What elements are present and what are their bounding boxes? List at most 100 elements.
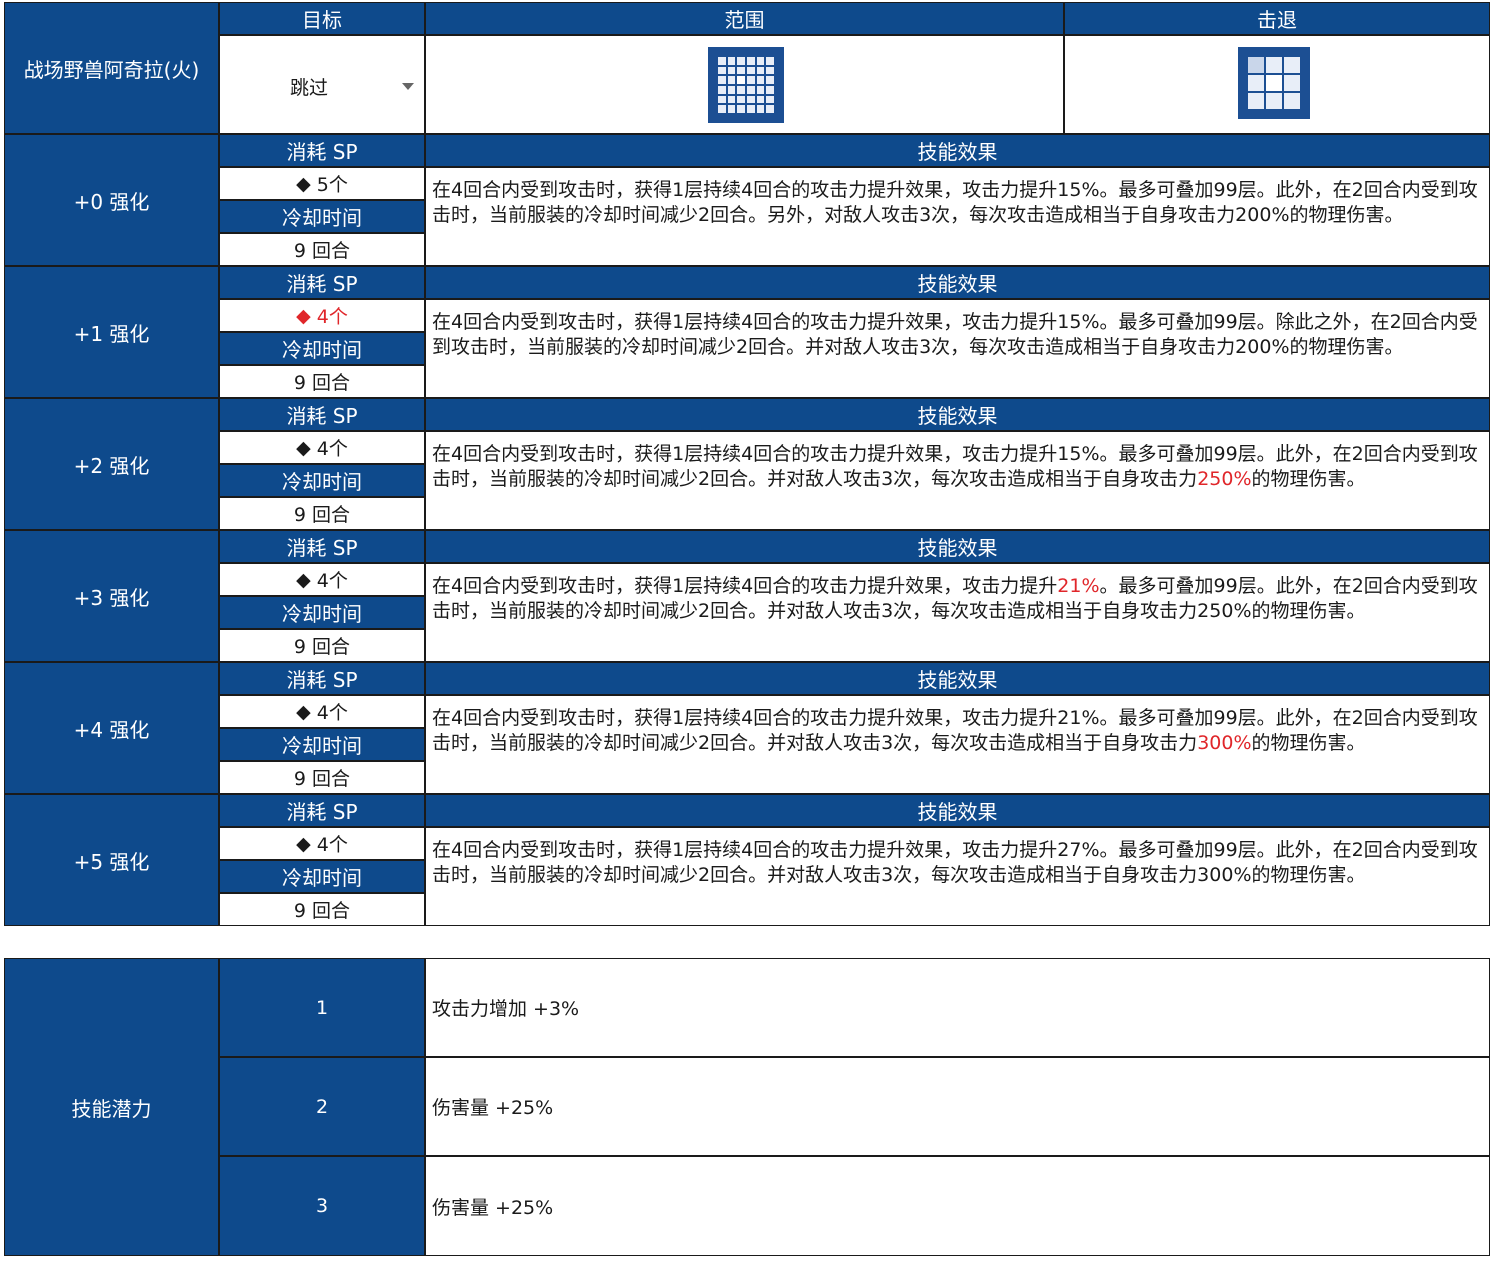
- effect-segment: 的物理伤害。: [1251, 732, 1366, 754]
- effect-segment: 在4回合内受到攻击时，获得1层持续4回合的攻击力提升效果，攻击力提升27%。最多…: [432, 839, 1478, 886]
- range-header-label: 范围: [724, 8, 765, 32]
- knockback-cell: [1064, 35, 1490, 134]
- range-header: 范围: [425, 2, 1064, 35]
- cooldown-value-cell: 9 回合: [219, 233, 425, 266]
- cooldown-value: 9 回合: [293, 504, 351, 526]
- diamond-icon: ◆: [296, 436, 311, 459]
- cooldown-value-cell: 9 回合: [219, 497, 425, 530]
- potential-number-cell: 1: [219, 958, 425, 1057]
- sp-value: 4个: [316, 702, 348, 724]
- sp-value-cell: ◆ 4个: [219, 827, 425, 860]
- sp-header: 消耗 SP: [219, 662, 425, 695]
- potential-text: 攻击力增加 +3%: [432, 998, 580, 1020]
- level-name: +2 强化: [73, 453, 150, 478]
- sp-value-cell: ◆ 4个: [219, 431, 425, 464]
- sp-value: 4个: [316, 570, 348, 592]
- level-name: +3 强化: [73, 585, 150, 610]
- level-name: +0 强化: [73, 189, 150, 214]
- diamond-icon: ◆: [296, 700, 311, 723]
- range-cell: [425, 35, 1064, 134]
- level-name-cell: +2 强化: [4, 398, 219, 530]
- cooldown-header: 冷却时间: [219, 860, 425, 893]
- cooldown-header: 冷却时间: [219, 728, 425, 761]
- effect-header: 技能效果: [425, 266, 1490, 299]
- effect-text: 在4回合内受到攻击时，获得1层持续4回合的攻击力提升效果，攻击力提升15%。最多…: [425, 431, 1490, 530]
- diamond-icon: ◆: [296, 172, 311, 195]
- potential-number: 2: [315, 1095, 329, 1118]
- effect-header: 技能效果: [425, 794, 1490, 827]
- cooldown-header-label: 冷却时间: [282, 338, 362, 362]
- cooldown-header: 冷却时间: [219, 332, 425, 365]
- skill-name-cell: 战场野兽阿奇拉(火): [4, 2, 219, 134]
- sp-value-cell: ◆ 5个: [219, 167, 425, 200]
- level-name-cell: +1 强化: [4, 266, 219, 398]
- sp-header-label: 消耗 SP: [286, 536, 358, 560]
- potential-text-cell: 伤害量 +25%: [425, 1057, 1490, 1156]
- cooldown-value-cell: 9 回合: [219, 893, 425, 926]
- cooldown-value: 9 回合: [293, 372, 351, 394]
- potential-label: 技能潜力: [71, 1096, 152, 1121]
- cooldown-value: 9 回合: [293, 636, 351, 658]
- effect-highlight: 300%: [1197, 732, 1252, 754]
- cooldown-header-label: 冷却时间: [282, 734, 362, 758]
- cooldown-header: 冷却时间: [219, 200, 425, 233]
- target-header: 目标: [219, 2, 425, 35]
- sp-value: 5个: [316, 174, 348, 196]
- effect-header: 技能效果: [425, 398, 1490, 431]
- cooldown-value-cell: 9 回合: [219, 761, 425, 794]
- sp-header: 消耗 SP: [219, 266, 425, 299]
- effect-highlight: 21%: [1057, 575, 1100, 597]
- potential-number: 1: [315, 996, 329, 1019]
- level-name: +5 强化: [73, 849, 150, 874]
- level-name-cell: +0 强化: [4, 134, 219, 266]
- target-dropdown[interactable]: 跳过: [219, 35, 425, 134]
- level-name-cell: +5 强化: [4, 794, 219, 926]
- potential-label-cell: 技能潜力: [4, 958, 219, 1256]
- effect-header: 技能效果: [425, 662, 1490, 695]
- sp-header: 消耗 SP: [219, 794, 425, 827]
- target-header-label: 目标: [302, 8, 342, 32]
- level-name: +1 强化: [73, 321, 150, 346]
- potential-text-cell: 伤害量 +25%: [425, 1156, 1490, 1256]
- potential-text: 伤害量 +25%: [432, 1196, 554, 1219]
- sp-header-label: 消耗 SP: [286, 404, 358, 428]
- cooldown-header: 冷却时间: [219, 596, 425, 629]
- potential-number-cell: 3: [219, 1156, 425, 1256]
- diamond-icon: ◆: [296, 568, 311, 591]
- cooldown-header-label: 冷却时间: [282, 866, 362, 890]
- diamond-icon: ◆: [296, 832, 311, 855]
- sp-value: 4个: [316, 834, 348, 856]
- effect-header: 技能效果: [425, 530, 1490, 563]
- chevron-down-icon[interactable]: [402, 83, 414, 90]
- potential-number-cell: 2: [219, 1057, 425, 1156]
- target-dropdown-value: 跳过: [290, 77, 329, 99]
- effect-header-label: 技能效果: [917, 536, 998, 560]
- effect-header-label: 技能效果: [917, 272, 998, 296]
- level-name: +4 强化: [73, 717, 150, 742]
- sp-value-cell: ◆ 4个: [219, 299, 425, 332]
- knockback-header-label: 击退: [1257, 8, 1297, 32]
- skill-name: 战场野兽阿奇拉(火): [23, 57, 200, 82]
- effect-text: 在4回合内受到攻击时，获得1层持续4回合的攻击力提升效果，攻击力提升15%。最多…: [425, 299, 1490, 398]
- cooldown-value: 9 回合: [293, 768, 351, 790]
- effect-header-label: 技能效果: [917, 668, 998, 692]
- sp-value-cell: ◆ 4个: [219, 563, 425, 596]
- sp-header-label: 消耗 SP: [286, 800, 358, 824]
- effect-segment: 在4回合内受到攻击时，获得1层持续4回合的攻击力提升效果，攻击力提升15%。最多…: [432, 179, 1478, 226]
- sp-header-label: 消耗 SP: [286, 668, 358, 692]
- effect-text: 在4回合内受到攻击时，获得1层持续4回合的攻击力提升效果，攻击力提升15%。最多…: [425, 167, 1490, 266]
- cooldown-header-label: 冷却时间: [282, 206, 362, 230]
- sp-header-label: 消耗 SP: [286, 272, 358, 296]
- cooldown-value-cell: 9 回合: [219, 365, 425, 398]
- effect-text: 在4回合内受到攻击时，获得1层持续4回合的攻击力提升效果，攻击力提升27%。最多…: [425, 827, 1490, 926]
- cooldown-header-label: 冷却时间: [282, 602, 362, 626]
- sp-header: 消耗 SP: [219, 398, 425, 431]
- effect-header-label: 技能效果: [917, 404, 998, 428]
- cooldown-value: 9 回合: [293, 240, 351, 262]
- sp-value: 4个: [316, 306, 348, 328]
- effect-segment: 在4回合内受到攻击时，获得1层持续4回合的攻击力提升效果，攻击力提升15%。最多…: [432, 311, 1478, 358]
- cooldown-value: 9 回合: [293, 900, 351, 922]
- cooldown-value-cell: 9 回合: [219, 629, 425, 662]
- effect-highlight: 250%: [1197, 468, 1252, 490]
- cooldown-header: 冷却时间: [219, 464, 425, 497]
